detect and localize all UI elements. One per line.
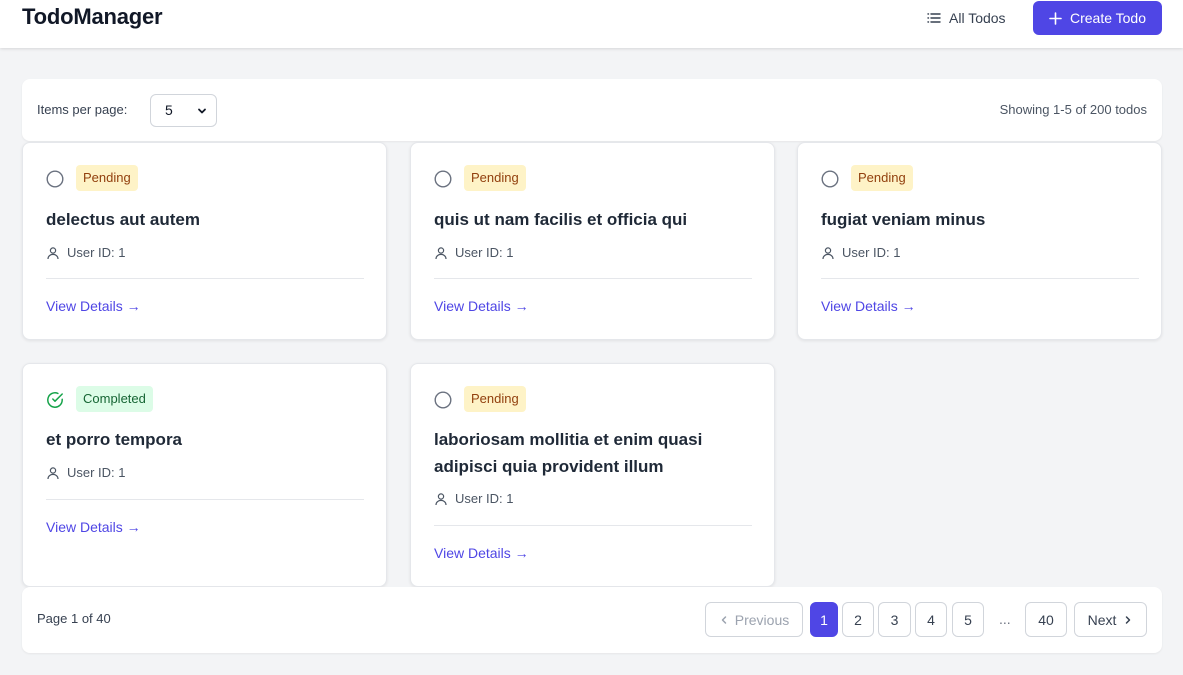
page-button-3[interactable]: 3 [878, 602, 911, 637]
card-divider [434, 278, 752, 279]
chevron-down-icon [198, 108, 206, 114]
items-per-page-select[interactable]: 5 [150, 94, 217, 127]
pagination-bar: Page 1 of 40 Previous 1 2 3 4 5 ... 40 N… [22, 587, 1162, 653]
items-per-page-label: Items per page: [37, 102, 128, 117]
page-button-2[interactable]: 2 [842, 602, 874, 637]
user-info: User ID: 1 [46, 465, 126, 480]
pending-circle-icon[interactable] [434, 170, 452, 188]
status-badge: Pending [464, 386, 526, 412]
todo-title: delectus aut autem [46, 210, 200, 229]
create-todo-label: Create Todo [1069, 10, 1146, 26]
user-info: User ID: 1 [434, 491, 514, 506]
todo-card: Completed et porro tempora User ID: 1 Vi… [22, 363, 387, 587]
user-icon [47, 246, 59, 259]
showing-count-text: Showing 1-5 of 200 todos [999, 102, 1147, 117]
next-label: Next [1087, 611, 1117, 628]
page-button-1[interactable]: 1 [810, 602, 838, 637]
todo-title: fugiat veniam minus [821, 210, 986, 229]
page-button-5[interactable]: 5 [952, 602, 984, 637]
todo-card: Pending laboriosam mollitia et enim quas… [410, 363, 775, 587]
chevron-right-icon [1126, 615, 1131, 624]
pending-circle-icon[interactable] [434, 391, 452, 409]
card-divider [821, 278, 1139, 279]
page-button-last[interactable]: 40 [1025, 602, 1067, 637]
pagination-ellipsis: ... [999, 611, 1011, 627]
next-page-button[interactable]: Next [1074, 602, 1147, 637]
user-icon [435, 246, 447, 259]
user-info: User ID: 1 [821, 245, 901, 260]
todo-title: quis ut nam facilis et officia qui [434, 210, 688, 229]
view-details-link[interactable]: View Details → [46, 298, 141, 314]
list-icon [927, 13, 941, 23]
status-badge: Completed [76, 386, 153, 412]
card-divider [434, 525, 752, 526]
card-divider [46, 499, 364, 500]
list-toolbar: Items per page: 5 Showing 1-5 of 200 tod… [22, 79, 1162, 141]
top-navbar: TodoManager All Todos Create Todo [0, 0, 1183, 48]
user-id-text: User ID: 1 [455, 491, 514, 506]
pending-circle-icon[interactable] [46, 170, 64, 188]
todo-title: et porro tempora [46, 430, 183, 449]
user-info: User ID: 1 [434, 245, 514, 260]
status-badge: Pending [851, 165, 913, 191]
previous-page-button[interactable]: Previous [705, 602, 803, 637]
todo-title: laboriosam mollitia et enim quasi adipis… [434, 430, 703, 476]
view-details-link[interactable]: View Details → [46, 519, 141, 535]
brand-logo-text[interactable]: TodoManager [22, 4, 163, 30]
todo-card: Pending quis ut nam facilis et officia q… [410, 142, 775, 340]
page-button-4[interactable]: 4 [915, 602, 947, 637]
page-indicator: Page 1 of 40 [37, 611, 111, 626]
create-todo-button[interactable]: Create Todo [1033, 1, 1162, 35]
user-icon [435, 492, 447, 505]
status-badge: Pending [464, 165, 526, 191]
todo-card: Pending delectus aut autem User ID: 1 Vi… [22, 142, 387, 340]
todo-card: Pending fugiat veniam minus User ID: 1 V… [797, 142, 1162, 340]
user-icon [47, 466, 59, 479]
user-id-text: User ID: 1 [455, 245, 514, 260]
user-id-text: User ID: 1 [842, 245, 901, 260]
user-id-text: User ID: 1 [67, 245, 126, 260]
previous-label: Previous [734, 611, 790, 628]
status-badge: Pending [76, 165, 138, 191]
user-info: User ID: 1 [46, 245, 126, 260]
view-details-link[interactable]: View Details → [434, 545, 529, 561]
all-todos-link[interactable]: All Todos [927, 8, 1006, 28]
pending-circle-icon[interactable] [821, 170, 839, 188]
plus-icon [1049, 11, 1062, 25]
user-id-text: User ID: 1 [67, 465, 126, 480]
user-icon [822, 246, 834, 259]
chevron-left-icon [721, 615, 727, 624]
check-circle-icon[interactable] [46, 391, 64, 409]
view-details-link[interactable]: View Details → [821, 298, 916, 314]
card-divider [46, 278, 364, 279]
items-per-page-value: 5 [165, 102, 173, 118]
view-details-link[interactable]: View Details → [434, 298, 529, 314]
all-todos-label: All Todos [949, 10, 1006, 26]
